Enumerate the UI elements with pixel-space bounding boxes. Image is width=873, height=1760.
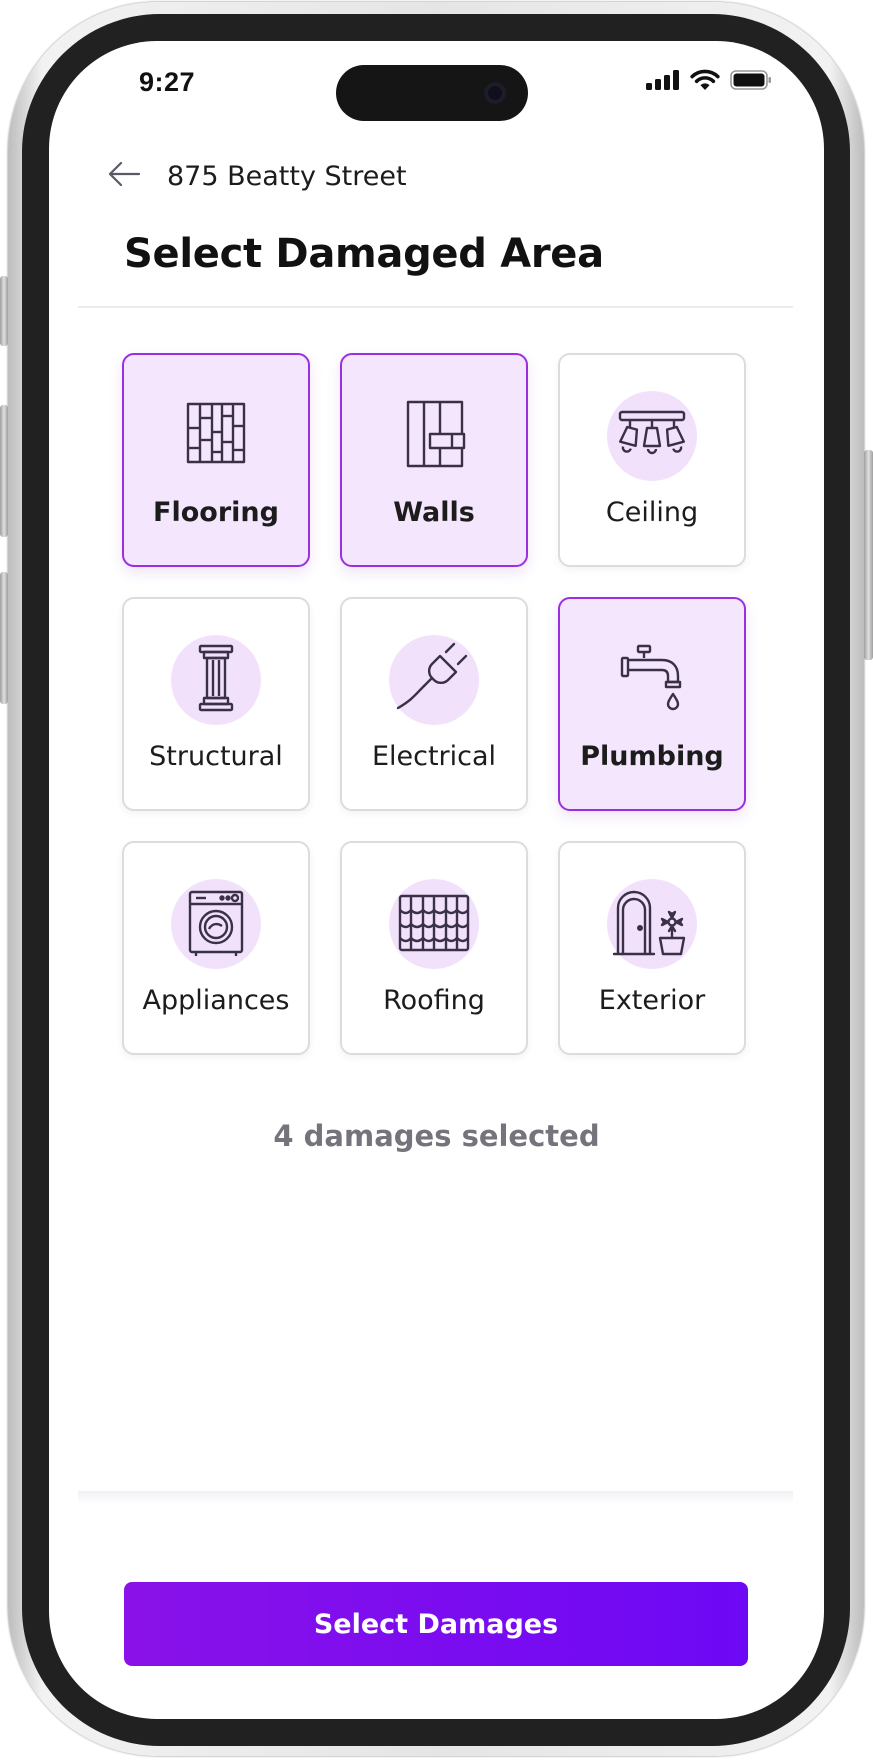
category-label: Appliances xyxy=(142,985,290,1016)
back-button[interactable] xyxy=(99,151,149,201)
category-label: Exterior xyxy=(598,985,706,1016)
icon-circle xyxy=(607,635,697,725)
select-damages-button[interactable]: Select Damages xyxy=(124,1582,748,1666)
category-label: Structural xyxy=(149,741,283,772)
dynamic-island xyxy=(336,65,528,121)
front-camera xyxy=(484,82,506,104)
arrow-left-icon xyxy=(107,160,141,192)
category-label: Roofing xyxy=(383,985,485,1016)
category-label: Electrical xyxy=(371,741,497,772)
category-tile-exterior[interactable]: Exterior xyxy=(558,841,746,1055)
icon-circle xyxy=(171,391,261,481)
icon-circle xyxy=(607,879,697,969)
header-row: 875 Beatty Street xyxy=(99,151,407,201)
status-icons xyxy=(646,69,772,95)
category-label: Plumbing xyxy=(580,741,724,772)
pillar-icon xyxy=(176,638,256,722)
bottom-bar-shadow xyxy=(78,1491,793,1505)
category-label: Ceiling xyxy=(605,497,699,528)
page-title: Select Damaged Area xyxy=(124,231,604,277)
action-button xyxy=(0,276,8,346)
washing-machine-icon xyxy=(176,882,256,966)
icon-circle xyxy=(171,879,261,969)
selection-count: 4 damages selected xyxy=(273,1119,600,1153)
icon-circle xyxy=(171,635,261,725)
category-tile-roofing[interactable]: Roofing xyxy=(340,841,528,1055)
status-time: 9:27 xyxy=(139,67,196,97)
roof-tiles-icon xyxy=(394,882,474,966)
flooring-icon xyxy=(176,394,256,478)
category-label: Flooring xyxy=(153,497,279,528)
icon-circle xyxy=(607,391,697,481)
property-address: 875 Beatty Street xyxy=(167,160,407,192)
wall-panel-icon xyxy=(394,394,474,478)
category-tile-plumbing[interactable]: Plumbing xyxy=(558,597,746,811)
category-tile-structural[interactable]: Structural xyxy=(122,597,310,811)
icon-circle xyxy=(389,879,479,969)
category-tile-flooring[interactable]: Flooring xyxy=(122,353,310,567)
category-tile-ceiling[interactable]: Ceiling xyxy=(558,353,746,567)
category-tile-walls[interactable]: Walls xyxy=(340,353,528,567)
ceiling-light-icon xyxy=(612,394,692,478)
icon-circle xyxy=(389,635,479,725)
door-plant-icon xyxy=(612,882,692,966)
category-tile-electrical[interactable]: Electrical xyxy=(340,597,528,811)
icon-circle xyxy=(389,391,479,481)
header-divider xyxy=(78,306,793,308)
wifi-icon xyxy=(690,69,720,95)
faucet-icon xyxy=(612,638,692,722)
volume-up-button xyxy=(0,405,8,537)
damage-category-grid: Flooring Walls Ceiling Structural Electr… xyxy=(122,353,748,1055)
volume-down-button xyxy=(0,572,8,704)
category-label: Walls xyxy=(393,497,475,528)
cellular-signal-icon xyxy=(646,70,680,94)
category-tile-appliances[interactable]: Appliances xyxy=(122,841,310,1055)
battery-icon xyxy=(730,70,772,94)
app-screen: 9:27 875 Beatty Street Select Damaged Ar… xyxy=(49,41,824,1719)
power-button xyxy=(864,450,873,660)
plug-icon xyxy=(394,638,474,722)
device-frame: 9:27 875 Beatty Street Select Damaged Ar… xyxy=(0,0,873,1760)
